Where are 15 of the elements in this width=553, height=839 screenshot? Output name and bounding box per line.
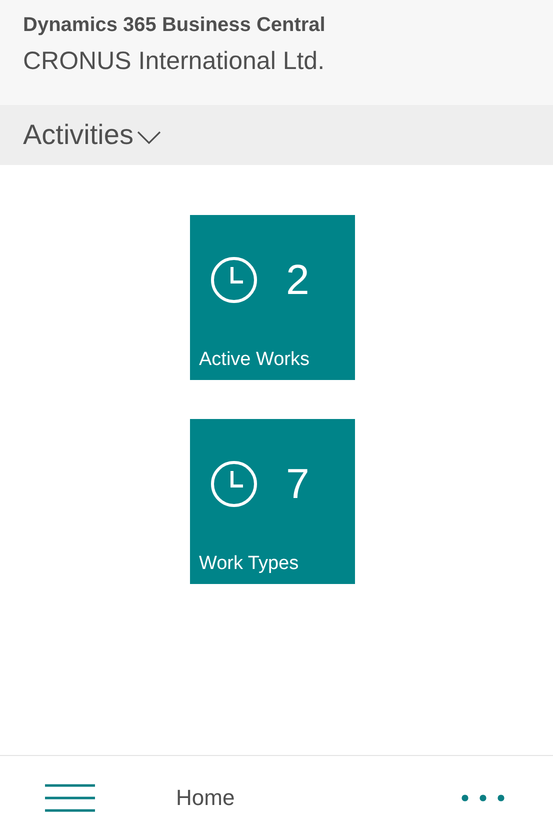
tile-label: Active Works [199,349,311,371]
company-name: CRONUS International Ltd. [23,47,326,76]
home-label[interactable]: Home [176,784,235,810]
clock-icon [210,256,258,304]
activity-tile[interactable]: 2 Active Works [190,215,355,380]
tile-count: 7 [286,460,310,508]
menu-icon[interactable] [45,784,95,812]
more-icon[interactable] [461,794,505,802]
tile-count: 2 [286,256,310,304]
clock-icon [210,460,258,508]
chevron-icon [137,131,162,145]
section-header[interactable]: Activities [0,105,553,165]
activity-tile[interactable]: 7 Work Types [190,419,355,584]
tile-label: Work Types [199,553,300,575]
product-name: Dynamics 365 Business Central [23,14,326,37]
